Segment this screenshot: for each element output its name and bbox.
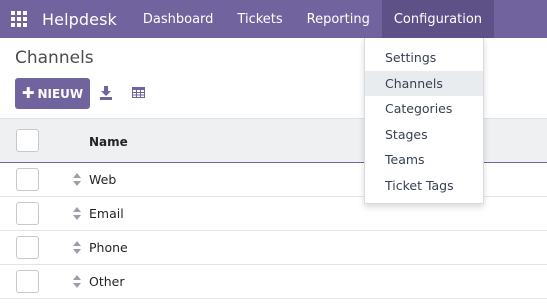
row-name: Phone: [89, 240, 128, 255]
drag-handle-icon[interactable]: [73, 207, 81, 220]
drag-handle-icon[interactable]: [73, 173, 81, 186]
row-name: Web: [89, 172, 117, 187]
new-button-label: NIEUW: [37, 86, 84, 101]
drag-handle-icon[interactable]: [73, 275, 81, 288]
dropdown-item-settings[interactable]: Settings: [365, 45, 483, 71]
grid-icon: [11, 11, 27, 27]
configuration-dropdown: Settings Channels Categories Stages Team…: [364, 38, 484, 204]
menu-tickets[interactable]: Tickets: [225, 0, 294, 38]
dropdown-item-ticket-tags[interactable]: Ticket Tags: [365, 173, 483, 199]
column-header-name[interactable]: Name: [89, 135, 128, 149]
top-navbar: Helpdesk Dashboard Tickets Reporting Con…: [0, 0, 547, 38]
table-row[interactable]: Other: [0, 265, 547, 299]
dropdown-item-stages[interactable]: Stages: [365, 122, 483, 148]
drag-handle-icon[interactable]: [73, 241, 81, 254]
table-icon[interactable]: [132, 87, 145, 98]
menu-dashboard[interactable]: Dashboard: [131, 0, 226, 38]
table-row[interactable]: Phone: [0, 231, 547, 265]
menu-reporting[interactable]: Reporting: [295, 0, 382, 38]
new-button[interactable]: ✚ NIEUW: [15, 78, 90, 109]
row-name: Email: [89, 206, 124, 221]
download-icon[interactable]: [100, 86, 112, 100]
select-all-checkbox[interactable]: [16, 129, 39, 152]
dropdown-item-channels[interactable]: Channels: [365, 70, 483, 96]
row-checkbox[interactable]: [16, 202, 39, 225]
plus-icon: ✚: [21, 84, 35, 102]
page-title: Channels: [15, 48, 94, 68]
row-checkbox[interactable]: [16, 168, 39, 191]
app-name[interactable]: Helpdesk: [42, 10, 117, 29]
apps-menu-icon[interactable]: [0, 0, 38, 38]
row-checkbox[interactable]: [16, 236, 39, 259]
row-checkbox[interactable]: [16, 270, 39, 293]
dropdown-item-teams[interactable]: Teams: [365, 147, 483, 173]
menu-configuration[interactable]: Configuration: [381, 0, 495, 38]
dropdown-item-categories[interactable]: Categories: [365, 96, 483, 122]
row-name: Other: [89, 274, 125, 289]
